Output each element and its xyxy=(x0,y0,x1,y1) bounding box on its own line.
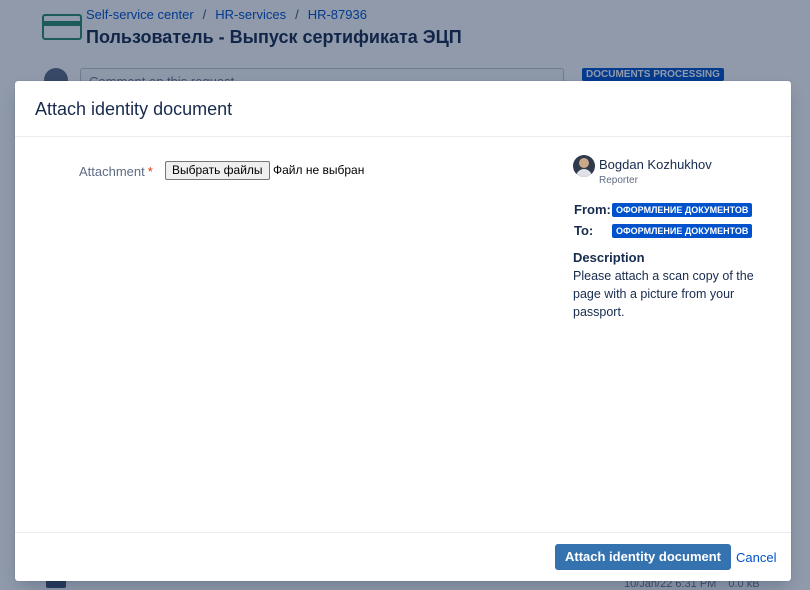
reporter-role: Reporter xyxy=(599,175,638,186)
user-avatar-icon xyxy=(573,155,595,177)
dialog-title: Attach identity document xyxy=(35,99,233,119)
cancel-button[interactable]: Cancel xyxy=(736,550,776,565)
reporter-name: Bogdan Kozhukhov xyxy=(599,157,712,172)
required-marker: * xyxy=(147,164,153,179)
attachment-label: Attachment * xyxy=(79,164,153,179)
attach-document-dialog: Attach identity document Attachment * Выб… xyxy=(15,81,791,581)
transition-to-label: To: xyxy=(574,223,594,238)
description-text: Please attach a scan copy of the page wi… xyxy=(573,269,754,319)
status-to-badge: ОФОРМЛЕНИЕ ДОКУМЕНТОВ xyxy=(612,224,753,238)
status-from-badge: ОФОРМЛЕНИЕ ДОКУМЕНТОВ xyxy=(612,203,753,217)
choose-files-button[interactable]: Выбрать файлы xyxy=(165,161,270,180)
attach-identity-document-button[interactable]: Attach identity document xyxy=(555,544,732,570)
dialog-header: Attach identity document xyxy=(15,81,791,137)
file-status-text: Файл не выбран xyxy=(273,163,365,177)
attachment-label-text: Attachment xyxy=(79,164,145,179)
description-heading: Description xyxy=(573,250,645,265)
transition-from-label: From: xyxy=(574,202,611,217)
